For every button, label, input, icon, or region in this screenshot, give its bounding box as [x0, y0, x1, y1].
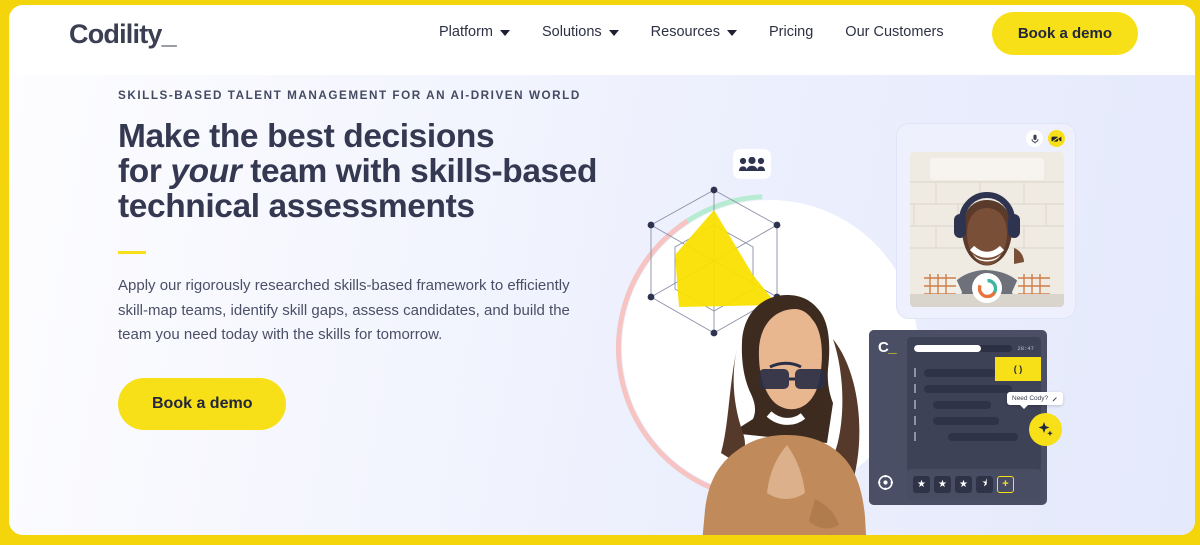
code-placeholder [923, 368, 996, 377]
star-rating-2[interactable]: ★ [934, 475, 951, 493]
page: Codility_ Platform Solutions Resources P… [9, 5, 1195, 535]
editor-settings-button[interactable] [878, 475, 893, 495]
star-rating-4[interactable]: ⯨ [976, 475, 993, 493]
code-editor-panel: C_ 28:47 ( ) ★ ★ ★ ⯨ + [869, 330, 1047, 505]
code-line [914, 416, 1034, 425]
nav-item-solutions[interactable]: Solutions [542, 24, 619, 40]
hero-illustration: C_ 28:47 ( ) ★ ★ ★ ⯨ + Need Cody? [552, 75, 1195, 535]
star-rating-3[interactable]: ★ [955, 475, 972, 493]
camera-off-icon [1051, 134, 1062, 143]
star-rating-1[interactable]: ★ [913, 475, 930, 493]
nav-item-our-customers[interactable]: Our Customers [845, 24, 943, 40]
microphone-button[interactable] [1026, 130, 1043, 147]
participant-avatar [972, 273, 1002, 303]
hero-section: SKILLS-BASED TALENT MANAGEMENT FOR AN AI… [9, 75, 1195, 535]
hero-book-a-demo-button[interactable]: Book a demo [118, 378, 287, 431]
line-marker [914, 432, 916, 441]
header-book-a-demo-button[interactable]: Book a demo [991, 12, 1138, 55]
bracket-tag: ( ) [995, 357, 1041, 381]
nav-label: Resources [650, 24, 720, 40]
countdown-timer: 28:47 [1017, 345, 1034, 352]
site-header: Codility_ Platform Solutions Resources P… [9, 5, 1195, 75]
nav-label: Platform [439, 24, 493, 40]
hero-copy: SKILLS-BASED TALENT MANAGEMENT FOR AN AI… [118, 89, 638, 431]
headline-emphasis: your [170, 152, 242, 190]
editor-progress-row: 28:47 [914, 345, 1034, 352]
camera-button[interactable] [1048, 130, 1065, 147]
code-placeholder [932, 416, 999, 425]
pencil-icon [1052, 396, 1057, 401]
main-navigation: Platform Solutions Resources Pricing Our… [439, 24, 944, 40]
code-placeholder [932, 400, 991, 409]
sparkle-icon [1038, 422, 1053, 437]
cody-assistant-button[interactable] [1029, 413, 1062, 446]
page-frame: Codility_ Platform Solutions Resources P… [0, 0, 1200, 545]
settings-icon [878, 475, 893, 490]
video-controls [1026, 130, 1065, 147]
people-group-icon [739, 156, 765, 171]
editor-logo: C_ [878, 339, 897, 356]
line-marker [914, 416, 916, 425]
avatar-logo-icon [977, 278, 997, 298]
rating-bar: ★ ★ ★ ⯨ + [907, 469, 1041, 499]
line-marker [914, 400, 916, 409]
hero-description: Apply our rigorously researched skills-b… [118, 277, 570, 344]
code-placeholder [923, 384, 1012, 393]
cody-tooltip-text: Need Cody? [1012, 395, 1049, 402]
progress-bar [914, 345, 1013, 352]
hero-eyebrow: SKILLS-BASED TALENT MANAGEMENT FOR AN AI… [118, 89, 581, 102]
editor-logo-underscore: _ [888, 339, 897, 356]
chevron-down-icon [726, 30, 737, 36]
microphone-icon [1031, 134, 1038, 143]
codility-logo[interactable]: Codility_ [69, 19, 177, 50]
line-marker [914, 368, 916, 377]
nav-item-pricing[interactable]: Pricing [769, 24, 813, 40]
headline-line-1: Make the best decisions [118, 118, 495, 155]
nav-item-platform[interactable]: Platform [439, 24, 510, 40]
chevron-down-icon [608, 30, 619, 36]
nav-label: Pricing [768, 24, 814, 40]
code-line [914, 432, 1034, 441]
yellow-divider [118, 251, 146, 255]
editor-sidebar: C_ [869, 330, 907, 505]
nav-item-resources[interactable]: Resources [651, 24, 737, 40]
people-group-card [733, 149, 771, 179]
video-call-card [896, 123, 1076, 319]
headline-line-2-pre: for [118, 152, 171, 190]
page-title: Make the best decisions for your team wi… [118, 118, 638, 225]
headline-line-2-post: team with skills-based [241, 152, 598, 190]
line-marker [914, 384, 916, 393]
chevron-down-icon [500, 30, 510, 36]
nav-label: Solutions [542, 24, 602, 40]
headline-line-3: technical assessments [118, 187, 475, 225]
code-placeholder [947, 432, 1018, 441]
video-participant-feed [910, 152, 1064, 307]
add-rating-button[interactable]: + [997, 475, 1014, 493]
nav-label: Our Customers [845, 24, 944, 40]
cody-tooltip: Need Cody? [1007, 392, 1064, 409]
